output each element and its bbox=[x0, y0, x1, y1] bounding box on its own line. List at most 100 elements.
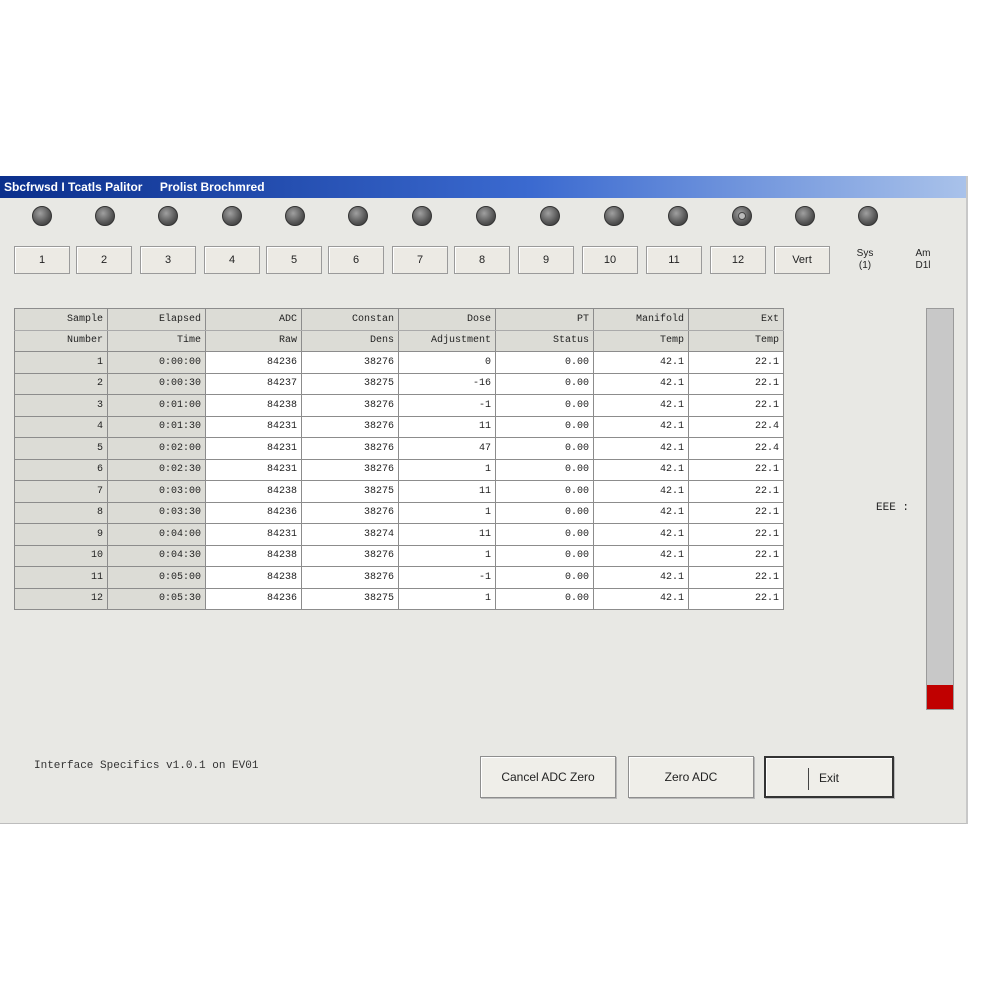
exit-button-label: Exit bbox=[818, 771, 839, 785]
table-cell: 4 bbox=[14, 415, 108, 438]
cancel-adc-zero-button[interactable]: Cancel ADC Zero bbox=[480, 756, 616, 798]
column-header[interactable]: ADC bbox=[205, 308, 302, 331]
led-12-icon bbox=[732, 206, 752, 226]
table-cell: 0 bbox=[398, 351, 496, 374]
table-cell: 0.00 bbox=[495, 480, 594, 503]
column-subheader[interactable]: Time bbox=[107, 329, 206, 352]
table-cell: 0:04:30 bbox=[107, 544, 206, 567]
table-cell: 42.1 bbox=[593, 587, 689, 610]
table-row[interactable]: 10 0:04:30 84238 38276 1 0.00 42.1 22.1 bbox=[14, 544, 784, 567]
table-cell: 38274 bbox=[301, 523, 399, 546]
column-header[interactable]: Elapsed bbox=[107, 308, 206, 331]
table-cell: 84238 bbox=[205, 544, 302, 567]
column-subheader[interactable]: Adjustment bbox=[398, 329, 496, 352]
table-cell: 5 bbox=[14, 437, 108, 460]
channel-button-11[interactable]: 11 bbox=[646, 246, 702, 274]
table-cell: -16 bbox=[398, 372, 496, 395]
led-13-icon bbox=[795, 206, 815, 226]
channel-button-10[interactable]: 10 bbox=[582, 246, 638, 274]
table-cell: -1 bbox=[398, 394, 496, 417]
table-cell: 84236 bbox=[205, 587, 302, 610]
table-cell: 2 bbox=[14, 372, 108, 395]
table-row[interactable]: 6 0:02:30 84231 38276 1 0.00 42.1 22.1 bbox=[14, 458, 784, 481]
table-cell: 22.1 bbox=[688, 372, 784, 395]
channel-button-9[interactable]: 9 bbox=[518, 246, 574, 274]
led-9-icon bbox=[540, 206, 560, 226]
zero-adc-button[interactable]: Zero ADC bbox=[628, 756, 754, 798]
exit-button[interactable]: Exit bbox=[764, 756, 894, 798]
table-cell: 42.1 bbox=[593, 458, 689, 481]
led-6-icon bbox=[348, 206, 368, 226]
channel-button-7[interactable]: 7 bbox=[392, 246, 448, 274]
table-row[interactable]: 1 0:00:00 84236 38276 0 0.00 42.1 22.1 bbox=[14, 351, 784, 374]
column-header[interactable]: Ext bbox=[688, 308, 784, 331]
title-bar[interactable]: Sbcfrwsd I Tcatls Palitor Prolist Brochm… bbox=[0, 176, 966, 198]
table-row[interactable]: 12 0:05:30 84236 38275 1 0.00 42.1 22.1 bbox=[14, 587, 784, 610]
window-subtitle: Prolist Brochmred bbox=[159, 180, 265, 194]
channel-button-8[interactable]: 8 bbox=[454, 246, 510, 274]
column-subheader[interactable]: Status bbox=[495, 329, 594, 352]
table-cell: 22.1 bbox=[688, 587, 784, 610]
table-cell: 84237 bbox=[205, 372, 302, 395]
table-cell: 38276 bbox=[301, 351, 399, 374]
table-cell: 0:03:30 bbox=[107, 501, 206, 524]
table-cell: 11 bbox=[398, 480, 496, 503]
column-header[interactable]: Sample bbox=[14, 308, 108, 331]
table-row[interactable]: 3 0:01:00 84238 38276 -1 0.00 42.1 22.1 bbox=[14, 394, 784, 417]
table-cell: 38276 bbox=[301, 501, 399, 524]
table-cell: 84231 bbox=[205, 415, 302, 438]
column-subheader[interactable]: Temp bbox=[593, 329, 689, 352]
channel-button-12[interactable]: 12 bbox=[710, 246, 766, 274]
status-text: Interface Specifics v1.0.1 on EV01 bbox=[34, 760, 259, 772]
column-header[interactable]: PT bbox=[495, 308, 594, 331]
table-cell: 38275 bbox=[301, 480, 399, 503]
column-subheader[interactable]: Dens bbox=[301, 329, 399, 352]
table-cell: 42.1 bbox=[593, 415, 689, 438]
table-cell: 84231 bbox=[205, 458, 302, 481]
sys-label: Sys (1) bbox=[850, 248, 880, 272]
led-11-icon bbox=[668, 206, 688, 226]
column-header[interactable]: Constan bbox=[301, 308, 399, 331]
channel-button-3[interactable]: 3 bbox=[140, 246, 196, 274]
am-label-line2: D1l bbox=[915, 260, 931, 271]
column-header[interactable]: Manifold bbox=[593, 308, 689, 331]
table-row[interactable]: 7 0:03:00 84238 38275 11 0.00 42.1 22.1 bbox=[14, 480, 784, 503]
sys-label-line1: Sys bbox=[856, 248, 874, 259]
status-led-row bbox=[0, 206, 966, 236]
column-subheader[interactable]: Temp bbox=[688, 329, 784, 352]
led-2-icon bbox=[95, 206, 115, 226]
table-row[interactable]: 5 0:02:00 84231 38276 47 0.00 42.1 22.4 bbox=[14, 437, 784, 460]
table-cell: 0.00 bbox=[495, 501, 594, 524]
channel-button-6[interactable]: 6 bbox=[328, 246, 384, 274]
column-header[interactable]: Dose bbox=[398, 308, 496, 331]
table-cell: 42.1 bbox=[593, 544, 689, 567]
text-cursor-icon bbox=[808, 768, 809, 790]
table-cell: 42.1 bbox=[593, 501, 689, 524]
table-row[interactable]: 8 0:03:30 84236 38276 1 0.00 42.1 22.1 bbox=[14, 501, 784, 524]
table-cell: 12 bbox=[14, 587, 108, 610]
meter-label: EEE : bbox=[876, 502, 910, 514]
table-cell: 0.00 bbox=[495, 523, 594, 546]
table-row[interactable]: 11 0:05:00 84238 38276 -1 0.00 42.1 22.1 bbox=[14, 566, 784, 589]
channel-button-1[interactable]: 1 bbox=[14, 246, 70, 274]
channel-button-4[interactable]: 4 bbox=[204, 246, 260, 274]
table-cell: 6 bbox=[14, 458, 108, 481]
column-subheader[interactable]: Raw bbox=[205, 329, 302, 352]
table-cell: 22.4 bbox=[688, 415, 784, 438]
table-cell: 11 bbox=[398, 523, 496, 546]
table-cell: 42.1 bbox=[593, 437, 689, 460]
table-cell: 0.00 bbox=[495, 587, 594, 610]
table-row[interactable]: 4 0:01:30 84231 38276 11 0.00 42.1 22.4 bbox=[14, 415, 784, 438]
table-row[interactable]: 2 0:00:30 84237 38275 -16 0.00 42.1 22.1 bbox=[14, 372, 784, 395]
table-row[interactable]: 9 0:04:00 84231 38274 11 0.00 42.1 22.1 bbox=[14, 523, 784, 546]
channel-button-5[interactable]: 5 bbox=[266, 246, 322, 274]
window-title: Sbcfrwsd I Tcatls Palitor bbox=[4, 180, 143, 194]
column-subheader[interactable]: Number bbox=[14, 329, 108, 352]
table-cell: 84231 bbox=[205, 523, 302, 546]
table-cell: 0.00 bbox=[495, 566, 594, 589]
table-cell: 42.1 bbox=[593, 480, 689, 503]
table-cell: 42.1 bbox=[593, 394, 689, 417]
channel-button-13[interactable]: Vert bbox=[774, 246, 830, 274]
channel-button-2[interactable]: 2 bbox=[76, 246, 132, 274]
table-cell: 22.1 bbox=[688, 458, 784, 481]
